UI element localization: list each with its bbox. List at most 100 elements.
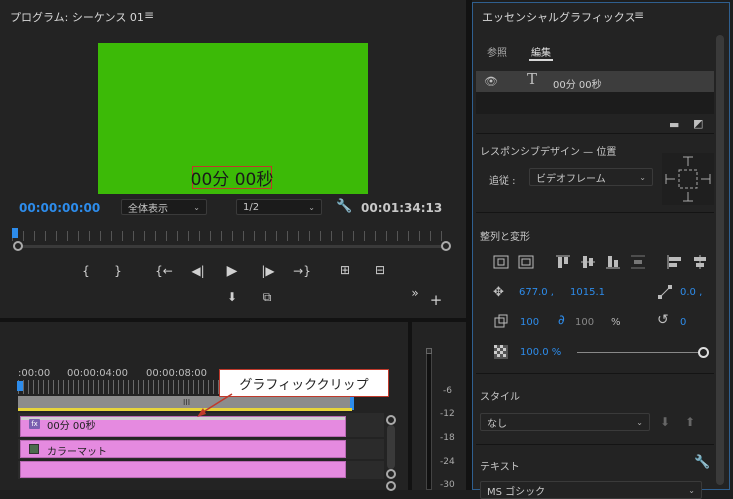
scrollbar-right-handle[interactable]	[441, 241, 451, 251]
style-dropdown-value: なし	[487, 418, 507, 430]
resolution-dropdown-label: 1/2	[243, 201, 260, 213]
opacity-slider-knob[interactable]	[698, 347, 709, 358]
caption-text-box[interactable]: 00分 00秒	[190, 166, 274, 190]
eye-icon[interactable]: 👁	[484, 76, 498, 87]
program-panel-title[interactable]: プログラム: シーケンス 01	[10, 9, 144, 25]
align-top-icon[interactable]	[555, 255, 571, 269]
playhead-marker[interactable]	[12, 228, 18, 238]
chevron-down-icon: ⌄	[193, 202, 200, 212]
responsive-design-title: レスポンシブデザイン — 位置	[480, 147, 617, 158]
add-button-icon[interactable]: +	[426, 291, 446, 309]
chevron-down-icon: ⌄	[688, 485, 695, 495]
align-left-icon[interactable]	[667, 255, 683, 269]
section-divider	[476, 373, 714, 374]
step-back-button[interactable]: ◀|	[188, 264, 208, 278]
font-dropdown-value: MS ゴシック	[487, 486, 546, 498]
insert-icon[interactable]: ⬇︎	[222, 290, 242, 304]
db-label: -6	[443, 386, 452, 396]
rotation-value[interactable]: 0	[680, 317, 686, 328]
current-timecode[interactable]: 00:00:00:00	[19, 201, 100, 215]
opacity-icon	[494, 345, 508, 359]
extract-button[interactable]: ⊟	[370, 263, 390, 277]
export-frame-icon[interactable]: ⧉	[257, 290, 277, 305]
more-controls-icon[interactable]: »	[405, 286, 425, 300]
push-style-down-icon[interactable]: ⬇	[660, 416, 670, 428]
section-divider	[476, 444, 714, 445]
layer-name: 00分 00秒	[553, 80, 602, 91]
opacity-value[interactable]: 100.0 %	[520, 347, 561, 358]
style-title: スタイル	[480, 392, 520, 403]
wrench-icon[interactable]: 🔧	[694, 456, 710, 469]
ruler-label: 00:00:04:00	[67, 368, 129, 379]
position-y-value[interactable]: 1015.1	[570, 287, 605, 298]
zoom-dropdown-label: 全体表示	[128, 203, 168, 215]
tab-browse[interactable]: 参照	[487, 44, 507, 59]
color-matte-icon	[29, 444, 39, 454]
step-forward-button[interactable]: |▶	[258, 264, 278, 278]
scale-icon	[494, 314, 508, 328]
align-bottom-icon[interactable]	[605, 255, 621, 269]
link-icon[interactable]: ∂	[558, 314, 565, 327]
meter-bar-top	[426, 348, 432, 354]
pin-to-edges-icon[interactable]	[662, 153, 714, 205]
align-horizontal-center-icon[interactable]	[518, 255, 534, 269]
work-area-grip: III	[183, 398, 191, 407]
distribute-vertical-icon[interactable]	[630, 255, 646, 269]
position-icon: ✥	[493, 285, 504, 300]
program-time-ruler[interactable]	[12, 231, 452, 241]
anchor-x-value[interactable]: 0.0 ,	[680, 287, 702, 298]
db-label: -18	[440, 433, 455, 443]
zoom-dropdown[interactable]: 全体表示 ⌄	[121, 199, 207, 215]
mark-out-button[interactable]: }	[108, 264, 128, 278]
eg-scrollbar[interactable]	[716, 35, 724, 485]
lower-clip[interactable]	[20, 461, 346, 478]
play-button[interactable]: ▶	[222, 263, 242, 279]
align-transform-title: 整列と変形	[480, 232, 530, 243]
rotation-icon: ↺	[657, 312, 669, 328]
percent-label: %	[611, 317, 621, 328]
new-layer-icon[interactable]: ◩	[693, 118, 703, 129]
lift-button[interactable]: ⊞	[335, 263, 355, 277]
eg-panel-title[interactable]: エッセンシャルグラフィックス	[482, 9, 635, 25]
scale-value[interactable]: 100	[520, 317, 539, 328]
text-layer-icon: T	[527, 70, 538, 88]
chevron-down-icon: ⌄	[639, 172, 646, 182]
hamburger-icon[interactable]: ≡	[144, 8, 154, 22]
timeline-playhead[interactable]	[17, 381, 23, 391]
db-label: -12	[440, 409, 455, 419]
section-divider	[476, 212, 714, 213]
duration-timecode: 00:01:34:13	[361, 201, 443, 215]
follow-dropdown[interactable]: ビデオフレーム ⌄	[529, 168, 653, 186]
section-divider	[476, 133, 714, 134]
align-middle-icon[interactable]	[580, 255, 596, 269]
resolution-dropdown[interactable]: 1/2 ⌄	[236, 199, 322, 215]
tab-edit[interactable]: 編集	[531, 44, 551, 59]
anchor-point-icon	[658, 285, 672, 299]
new-folder-icon[interactable]: ▬	[669, 119, 679, 130]
align-vertical-center-icon[interactable]	[493, 255, 509, 269]
align-center-icon[interactable]	[692, 255, 708, 269]
ruler-label: :00:00	[18, 368, 51, 379]
mark-in-button[interactable]: {	[76, 264, 96, 278]
zoom-scrollbar[interactable]	[18, 245, 446, 248]
clip-label: 00分 00秒	[47, 421, 96, 432]
caption-text: 00分 00秒	[190, 170, 274, 190]
chevron-down-icon: ⌄	[308, 202, 315, 212]
scrollbar-left-handle[interactable]	[13, 241, 23, 251]
track-scroll-handle[interactable]	[386, 415, 396, 425]
chevron-down-icon: ⌄	[636, 417, 643, 427]
style-dropdown[interactable]: なし ⌄	[480, 413, 650, 431]
hamburger-icon[interactable]: ≡	[634, 8, 644, 22]
layer-list-area	[476, 92, 714, 114]
font-dropdown[interactable]: MS ゴシック ⌄	[480, 481, 702, 499]
track-scroll-handle[interactable]	[386, 469, 396, 479]
wrench-icon[interactable]: 🔧	[336, 200, 352, 213]
go-to-out-button[interactable]: →}	[292, 264, 312, 278]
go-to-in-button[interactable]: {←	[154, 264, 174, 278]
opacity-slider[interactable]	[577, 352, 703, 353]
follow-dropdown-value: ビデオフレーム	[536, 173, 606, 185]
track-scrollbar[interactable]	[387, 425, 395, 469]
push-style-up-icon[interactable]: ⬆	[685, 416, 695, 428]
position-x-value[interactable]: 677.0 ,	[519, 287, 554, 298]
scale-locked-value: 100	[575, 317, 595, 328]
